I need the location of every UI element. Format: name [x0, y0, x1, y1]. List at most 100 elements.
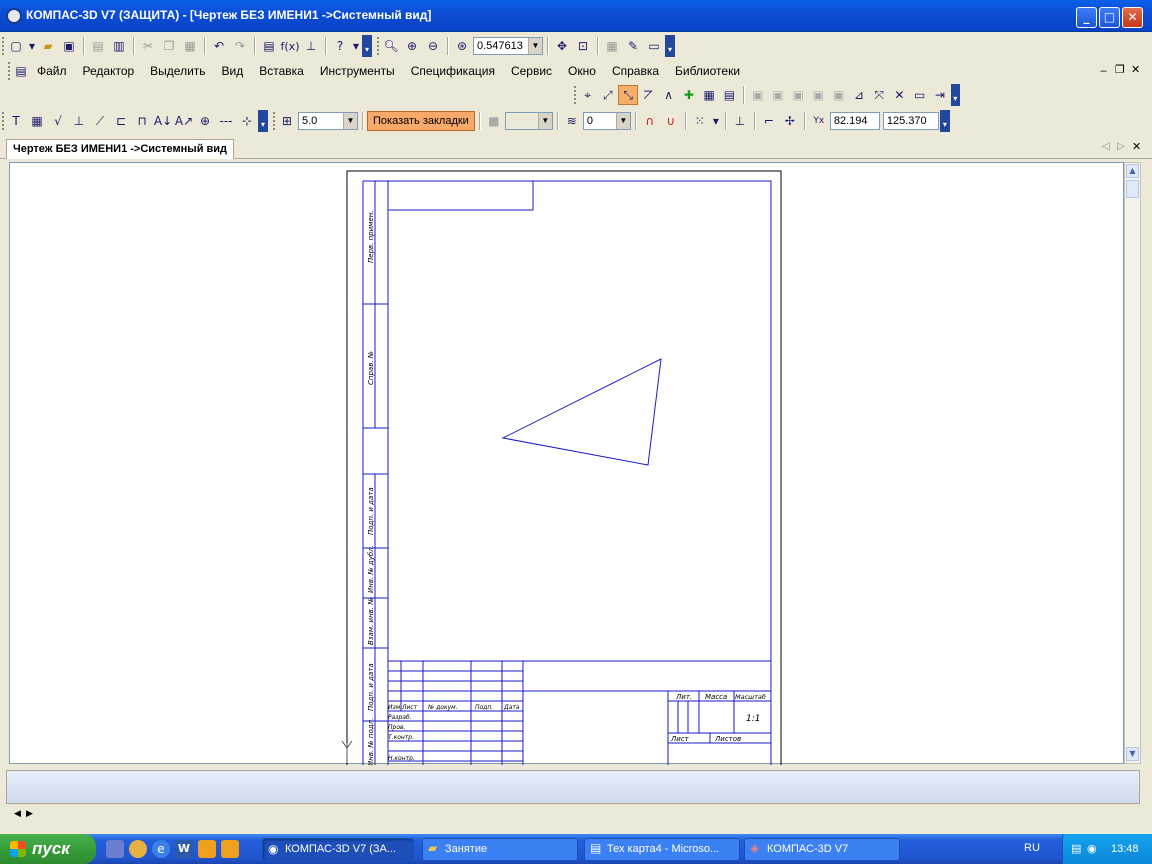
- undo-icon[interactable]: ↶: [209, 36, 229, 56]
- menu-help[interactable]: Справка: [612, 64, 659, 78]
- menu-select[interactable]: Выделить: [150, 64, 205, 78]
- menu-specification[interactable]: Спецификация: [411, 64, 495, 78]
- pan-icon[interactable]: ✥: [552, 36, 572, 56]
- zoom-window-icon[interactable]: 🔍︎: [381, 36, 401, 56]
- show-all-icon[interactable]: ⊡: [573, 36, 593, 56]
- snap-angle-icon[interactable]: ∧: [659, 85, 678, 105]
- status-left-icon[interactable]: ◀: [14, 809, 21, 819]
- manager-icon[interactable]: ▤: [259, 36, 279, 56]
- new-document-icon[interactable]: ▢: [6, 36, 26, 56]
- text-tool-icon[interactable]: T: [6, 111, 26, 131]
- variables-fx-icon[interactable]: f(x): [280, 36, 300, 56]
- magnet-icon[interactable]: ∩: [640, 111, 660, 131]
- printer-tray-icon[interactable]: ▤: [1071, 834, 1081, 864]
- toolbar-end[interactable]: ▾: [362, 35, 372, 57]
- volume-icon[interactable]: ◉: [1087, 834, 1097, 864]
- step-combo[interactable]: 5.0 ▼: [298, 112, 358, 130]
- ie-icon[interactable]: e: [152, 840, 170, 858]
- cut-line-icon[interactable]: A↗: [174, 111, 194, 131]
- leader-icon[interactable]: ⟋: [90, 111, 110, 131]
- copy-icon[interactable]: ❐: [159, 36, 179, 56]
- minimize-button[interactable]: _: [1076, 7, 1097, 28]
- status-right-icon[interactable]: ▶: [26, 809, 33, 819]
- menu-file[interactable]: Файл: [37, 64, 67, 78]
- center-mark-icon[interactable]: ⊹: [237, 111, 257, 131]
- tolerance-icon[interactable]: ⊏: [111, 111, 131, 131]
- ortho-icon[interactable]: ⌐: [759, 111, 779, 131]
- print-icon[interactable]: ▤: [88, 36, 108, 56]
- menu-insert[interactable]: Вставка: [259, 64, 304, 78]
- tab-drawing[interactable]: Чертеж БЕЗ ИМЕНИ1 ->Системный вид: [6, 139, 235, 159]
- round-icon[interactable]: ✢: [780, 111, 800, 131]
- snap-disabled-1-icon[interactable]: ▣: [748, 85, 767, 105]
- language-indicator[interactable]: RU: [1024, 842, 1040, 854]
- snap-normal-icon[interactable]: ✕: [890, 85, 909, 105]
- save-icon[interactable]: ▣: [59, 36, 79, 56]
- paste-icon[interactable]: ▦: [180, 36, 200, 56]
- layer-combo[interactable]: 0 ▼: [582, 112, 631, 130]
- quicklaunch-6-icon[interactable]: [221, 840, 239, 858]
- zoom-in-icon[interactable]: ⊕: [402, 36, 422, 56]
- position-icon[interactable]: ⊕: [195, 111, 215, 131]
- word-icon[interactable]: W: [175, 840, 193, 858]
- document-icon[interactable]: ▤: [11, 61, 31, 81]
- menu-window[interactable]: Окно: [568, 64, 596, 78]
- snap-grid-icon[interactable]: ▦: [700, 85, 719, 105]
- drawing-sheet[interactable]: Перв. примен. Справ. № Подп. и дата Инв.…: [10, 163, 1125, 765]
- snap-active-icon[interactable]: ⤡: [618, 85, 638, 105]
- chevron-down-icon[interactable]: ▼: [528, 38, 542, 54]
- color-icon[interactable]: ■: [484, 111, 504, 131]
- coord-y-field[interactable]: 125.370: [882, 112, 939, 130]
- tab-next-icon[interactable]: ▷: [1117, 141, 1125, 152]
- axis-line-icon[interactable]: ---: [216, 111, 236, 131]
- toolbar-grip[interactable]: [2, 37, 5, 55]
- quicklaunch-5-icon[interactable]: [198, 840, 216, 858]
- coord-x-field[interactable]: 82.194: [829, 112, 880, 130]
- print-preview-icon[interactable]: ▥: [109, 36, 129, 56]
- snap-tangent-icon[interactable]: ⤧: [870, 85, 889, 105]
- snap-list-icon[interactable]: ▤: [720, 85, 739, 105]
- taskbar-item-kompas[interactable]: КОМПАС-3D V7: [744, 838, 900, 861]
- chevron-down-icon[interactable]: ▼: [615, 113, 630, 129]
- snap-intersect-icon[interactable]: ✚: [679, 85, 698, 105]
- cut-icon[interactable]: ✂: [138, 36, 158, 56]
- frame-icon[interactable]: ⊓: [132, 111, 152, 131]
- new-dropdown-icon[interactable]: ▾: [27, 36, 37, 56]
- table-tool-icon[interactable]: ▦: [27, 111, 47, 131]
- scroll-up-icon[interactable]: ▲: [1126, 164, 1139, 178]
- redo-icon[interactable]: ↷: [230, 36, 250, 56]
- tab-close-icon[interactable]: ✕: [1132, 140, 1141, 153]
- menu-service[interactable]: Сервис: [511, 64, 552, 78]
- scroll-thumb[interactable]: [1126, 180, 1139, 198]
- mdi-minimize-button[interactable]: ‒: [1100, 64, 1107, 77]
- snap-point-icon[interactable]: ⊿: [849, 85, 868, 105]
- color-combo[interactable]: ▼: [504, 112, 553, 130]
- taskbar-item-word-doc[interactable]: Тех карта4 - Microso...: [584, 838, 740, 861]
- magnet-local-icon[interactable]: ∪: [661, 111, 681, 131]
- vertical-scrollbar[interactable]: ▲ ▼: [1124, 162, 1141, 764]
- scroll-down-icon[interactable]: ▼: [1126, 747, 1139, 761]
- roughness-icon[interactable]: √: [48, 111, 68, 131]
- quicklaunch-1-icon[interactable]: [106, 840, 124, 858]
- help-cursor-icon[interactable]: ?: [330, 36, 350, 56]
- display-icon[interactable]: ▭: [644, 36, 664, 56]
- grid-icon[interactable]: ⁙: [690, 111, 710, 131]
- tab-prev-icon[interactable]: ◁: [1102, 141, 1110, 152]
- chevron-down-icon[interactable]: ▼: [537, 113, 552, 129]
- quicklaunch-2-icon[interactable]: [129, 840, 147, 858]
- snap-end-icon[interactable]: ⤢: [598, 85, 617, 105]
- menu-tools[interactable]: Инструменты: [320, 64, 395, 78]
- help-dropdown-icon[interactable]: ▾: [351, 36, 361, 56]
- arrow-view-icon[interactable]: A↓: [153, 111, 173, 131]
- redraw-icon[interactable]: ▦: [602, 36, 622, 56]
- snap-arrow-icon[interactable]: ⇥: [930, 85, 949, 105]
- snap-disabled-3-icon[interactable]: ▣: [789, 85, 808, 105]
- taskbar-item-zanyatie[interactable]: Занятие: [422, 838, 578, 861]
- menu-libraries[interactable]: Библиотеки: [675, 64, 740, 78]
- drawing-canvas[interactable]: Перв. примен. Справ. № Подп. и дата Инв.…: [9, 162, 1125, 765]
- chevron-down-icon[interactable]: ▼: [343, 113, 357, 129]
- menu-editor[interactable]: Редактор: [83, 64, 135, 78]
- toolbar-grip[interactable]: [2, 112, 5, 130]
- snap-nearest-icon[interactable]: ⌖: [578, 85, 597, 105]
- snap-disabled-4-icon[interactable]: ▣: [809, 85, 828, 105]
